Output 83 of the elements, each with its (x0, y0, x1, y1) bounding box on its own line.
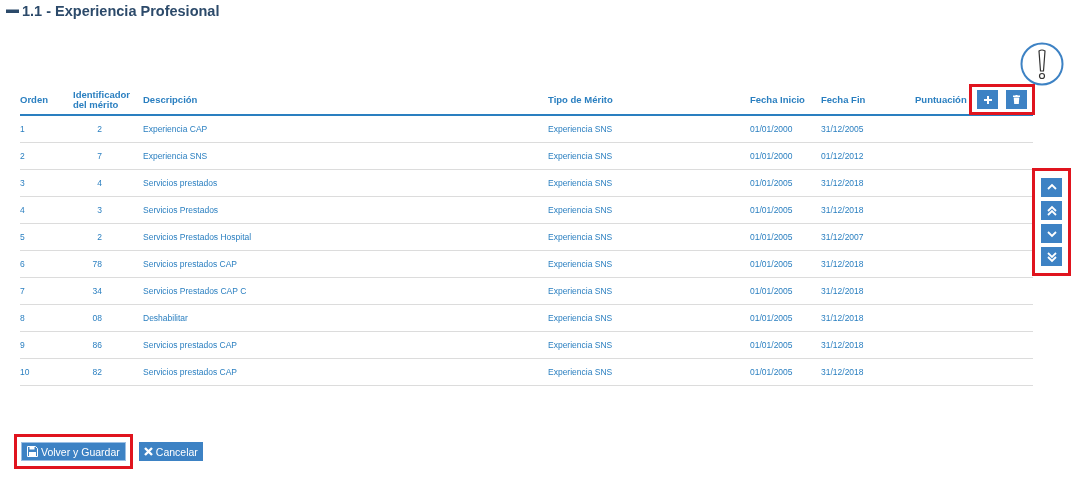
table-cell-text: 31/12/2018 (821, 205, 865, 215)
table-cell-text: Servicios Prestados (143, 205, 220, 215)
table-cell-text: Servicios prestados CAP (143, 367, 238, 377)
table-cell-text: 86 (91, 340, 103, 350)
table-cell-text: 31/12/2018 (821, 313, 865, 323)
table-cell-text: Servicios prestados (143, 178, 219, 188)
table-cell-text: 6 (20, 259, 26, 269)
table-cell-text: Servicios Prestados CAP C (143, 286, 248, 296)
table-cell-text: 4 (20, 205, 26, 215)
section-title: 1.1 - Experiencia Profesional (22, 3, 220, 19)
table-cell-text: 9 (20, 340, 26, 350)
table-cell-text: Experiencia SNS (548, 340, 614, 350)
table-cell-text: 01/01/2000 (750, 151, 794, 161)
move-down-button[interactable] (1041, 224, 1062, 243)
table-cell-text: Deshabilitar (143, 313, 189, 323)
table-cell-text: 82 (91, 367, 103, 377)
table-cell-text: 01/01/2005 (750, 205, 794, 215)
table-cell-text: 4 (96, 178, 103, 188)
table-cell-text: Experiencia SNS (548, 367, 614, 377)
table-cell-text: Experiencia SNS (143, 151, 209, 161)
move-top-button[interactable] (1041, 201, 1062, 220)
table-cell-text: 1 (20, 124, 26, 134)
table-cell-text: 31/12/2005 (821, 124, 865, 134)
table-cell-text: Servicios Prestados Hospital (143, 232, 253, 242)
table-cell-text: Experiencia SNS (548, 124, 614, 134)
table-cell-text: 01/01/2000 (750, 124, 794, 134)
table-cell-text: Servicios prestados CAP (143, 340, 238, 350)
table-cell-text: 31/12/2018 (821, 367, 865, 377)
table-cell-text: 2 (96, 124, 103, 134)
table-cell-text: 08 (91, 313, 103, 323)
table-cell-text: Servicios prestados CAP (143, 259, 238, 269)
table-cell-text: 31/12/2018 (821, 178, 865, 188)
table-cell-text: 34 (91, 286, 103, 296)
table-cell-text: Experiencia SNS (548, 232, 614, 242)
table-cell-text: 01/12/2012 (821, 151, 865, 161)
table-cell-text: Experiencia SNS (548, 286, 614, 296)
column-header: Descripción (143, 94, 199, 105)
move-bottom-button[interactable] (1041, 247, 1062, 266)
table-cell-text: Experiencia CAP (143, 124, 209, 134)
trash-icon (1013, 95, 1020, 104)
table-cell-text: 10 (20, 367, 31, 377)
table-cell-text: 3 (20, 178, 26, 188)
column-header: Fecha Inicio (750, 94, 806, 105)
alert-icon (1020, 42, 1064, 86)
table-cell-text: Experiencia SNS (548, 151, 614, 161)
table-cell-text: 7 (96, 151, 103, 161)
cancel-button[interactable]: Cancelar (138, 442, 203, 461)
table-cell-text: 8 (20, 313, 26, 323)
column-header: Tipo de Mérito (548, 94, 614, 105)
table-cell-text: 01/01/2005 (750, 232, 794, 242)
table-cell-text: 7 (20, 286, 26, 296)
add-button[interactable] (977, 90, 998, 109)
top-icon (1045, 204, 1058, 217)
move-up-button[interactable] (1041, 178, 1062, 197)
column-header: Orden (20, 94, 49, 105)
table-cell-text: 31/12/2007 (821, 232, 865, 242)
bottom-icon (1045, 250, 1058, 263)
table-cell-text: 01/01/2005 (750, 313, 794, 323)
table-cell-text: 31/12/2018 (821, 286, 865, 296)
plus-icon (983, 95, 992, 104)
table-cell-text: Experiencia SNS (548, 313, 614, 323)
table-cell-text: Experiencia SNS (548, 178, 614, 188)
table-cell-text: 3 (96, 205, 103, 215)
table-cell-text: 2 (20, 151, 26, 161)
table-cell-text: 78 (91, 259, 103, 269)
table-cell-text: 31/12/2018 (821, 259, 865, 269)
column-header: Identificador del mérito (73, 89, 131, 110)
column-header: Fecha Fin (821, 94, 867, 105)
table-cell-text: 01/01/2005 (750, 178, 794, 188)
table-cell-text: 01/01/2005 (750, 340, 794, 350)
save-button[interactable]: Volver y Guardar (21, 442, 126, 461)
floppy-icon (27, 446, 38, 457)
table-cell-text: 31/12/2018 (821, 340, 865, 350)
table-cell-text: Experiencia SNS (548, 205, 614, 215)
table-cell-text: 01/01/2005 (750, 367, 794, 377)
column-header: Puntuación (915, 94, 967, 105)
close-icon (143, 447, 153, 456)
table-cell-text: 5 (20, 232, 26, 242)
table-cell-text: 01/01/2005 (750, 259, 794, 269)
table-cell-text: Experiencia SNS (548, 259, 614, 269)
delete-button[interactable] (1006, 90, 1027, 109)
table-cell-text: 2 (96, 232, 103, 242)
table-cell-text: 01/01/2005 (750, 286, 794, 296)
